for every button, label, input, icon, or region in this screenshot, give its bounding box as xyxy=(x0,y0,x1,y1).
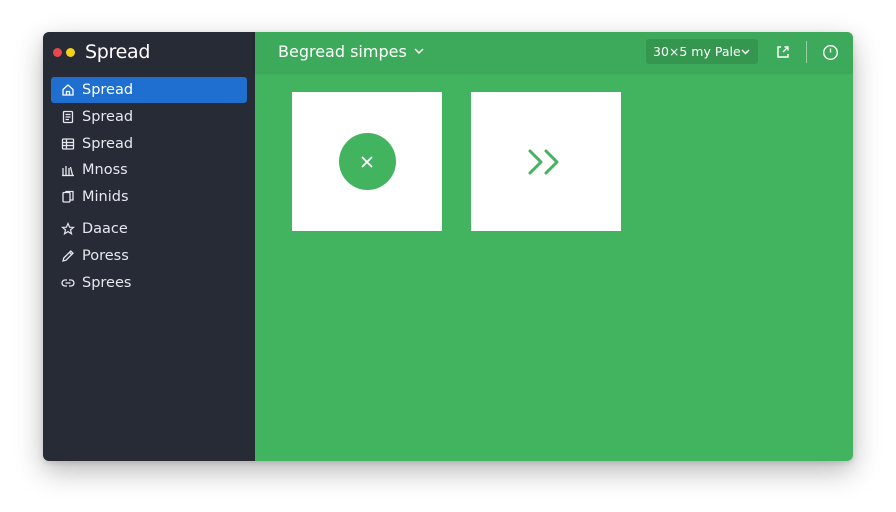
table-icon xyxy=(61,137,75,151)
app-title: Spread xyxy=(85,41,151,63)
sidebar-item-files[interactable]: Minids xyxy=(51,184,247,210)
files-icon xyxy=(61,190,75,204)
topbar: Begread simpes 30×5 my Pale xyxy=(255,32,853,72)
page-select[interactable]: 30×5 my Pale xyxy=(646,39,758,64)
chevron-down-icon xyxy=(741,48,750,55)
home-icon xyxy=(61,83,75,97)
sidebar-item-home[interactable]: Spread xyxy=(51,77,247,103)
main-canvas: Begread simpes 30×5 my Pale xyxy=(255,32,853,461)
page-select-value: 30×5 my Pale xyxy=(653,44,741,59)
sidebar-item-library[interactable]: Mnoss xyxy=(51,157,247,183)
document-icon xyxy=(61,110,75,124)
sidebar-item-label: Daace xyxy=(82,221,128,238)
library-icon xyxy=(61,163,75,177)
topbar-divider xyxy=(806,41,807,63)
sidebar-item-table[interactable]: Spread xyxy=(51,131,247,157)
close-icon xyxy=(361,155,373,168)
close-window-dot[interactable] xyxy=(53,47,62,57)
sidebar-item-link[interactable]: Sprees xyxy=(51,270,247,296)
minimize-window-dot[interactable] xyxy=(66,47,75,57)
close-card[interactable] xyxy=(292,92,442,231)
sidebar-item-star[interactable]: Daace xyxy=(51,216,247,242)
sidebar-item-document[interactable]: Spread xyxy=(51,104,247,130)
export-icon[interactable] xyxy=(774,43,792,61)
power-icon[interactable] xyxy=(821,43,839,61)
breadcrumb-label: Begread simpes xyxy=(278,42,407,61)
pencil-icon xyxy=(61,249,75,263)
sidebar-item-label: Minids xyxy=(82,189,129,206)
sidebar-item-label: Mnoss xyxy=(82,162,128,179)
star-icon xyxy=(61,222,75,236)
close-button[interactable] xyxy=(338,133,396,190)
forward-icon xyxy=(528,149,559,174)
sidebar-item-label: Poress xyxy=(82,247,129,264)
link-icon xyxy=(61,276,75,290)
forward-card[interactable] xyxy=(471,92,621,231)
breadcrumb-dropdown[interactable]: Begread simpes xyxy=(278,42,424,61)
chevron-down-icon xyxy=(414,48,424,55)
app-window: Spread Spread Spread Spread Mnoss Minids… xyxy=(43,32,853,461)
app-header: Spread xyxy=(43,32,255,72)
sidebar-item-label: Sprees xyxy=(82,274,132,291)
sidebar-item-label: Spread xyxy=(82,135,134,152)
sidebar-item-label: Spread xyxy=(82,82,134,98)
sidebar-nav: Spread Spread Spread Mnoss Minids Daace … xyxy=(43,72,255,296)
sidebar-item-label: Spread xyxy=(82,108,134,125)
sidebar-item-pencil[interactable]: Poress xyxy=(51,243,247,269)
sidebar: Spread Spread Spread Spread Mnoss Minids… xyxy=(43,32,255,461)
